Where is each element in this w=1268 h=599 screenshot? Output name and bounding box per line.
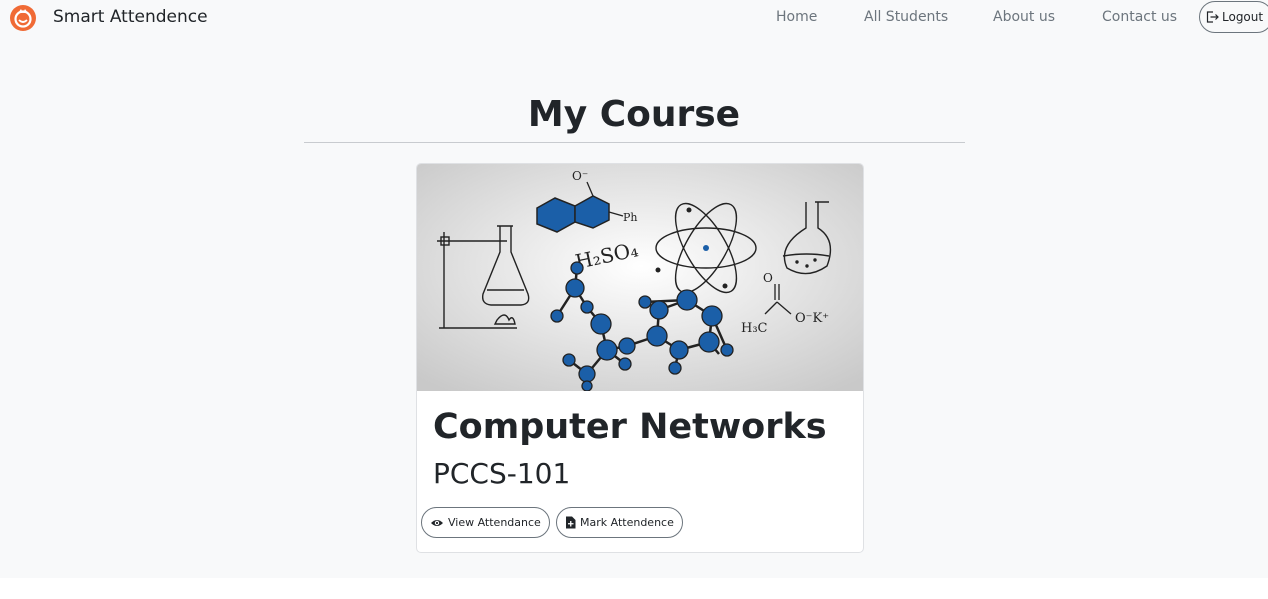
eye-icon <box>431 519 443 526</box>
view-attendance-button[interactable]: View Attendance <box>421 507 550 538</box>
o-minus-label: O⁻ <box>572 169 588 183</box>
o-label: O <box>763 271 773 285</box>
mark-attendance-button[interactable]: Mark Attendence <box>556 507 683 538</box>
view-attendance-label: View Attendance <box>448 516 541 529</box>
chemistry-illustration: O⁻ Ph H₂SO₄ O H₃C O⁻K⁺ <box>417 164 863 391</box>
course-name: Computer Networks <box>433 407 827 447</box>
brand-logo-icon[interactable] <box>8 4 38 32</box>
logout-button[interactable]: Logout <box>1199 1 1268 33</box>
logout-label: Logout <box>1222 10 1264 24</box>
mark-attendance-label: Mark Attendence <box>580 516 674 529</box>
title-divider <box>304 142 965 143</box>
nav-link-contact-us[interactable]: Contact us <box>1102 9 1177 25</box>
ok-label: O⁻K⁺ <box>795 311 829 326</box>
nav-link-about-us[interactable]: About us <box>993 9 1055 25</box>
course-code: PCCS-101 <box>433 457 571 490</box>
h3c-label: H₃C <box>741 321 768 336</box>
page-background: Smart Attendence Home All Students About… <box>0 0 1268 578</box>
nav-link-all-students[interactable]: All Students <box>864 9 948 25</box>
ph-label: Ph <box>623 211 638 224</box>
navbar: Smart Attendence Home All Students About… <box>0 0 1268 36</box>
brand-name[interactable]: Smart Attendence <box>53 7 208 27</box>
logout-icon <box>1206 11 1219 23</box>
nav-link-home[interactable]: Home <box>776 9 817 25</box>
course-card: O⁻ Ph H₂SO₄ O H₃C O⁻K⁺ Computer Networks… <box>416 163 864 553</box>
file-add-icon <box>566 516 576 529</box>
page-title: My Course <box>527 94 741 135</box>
